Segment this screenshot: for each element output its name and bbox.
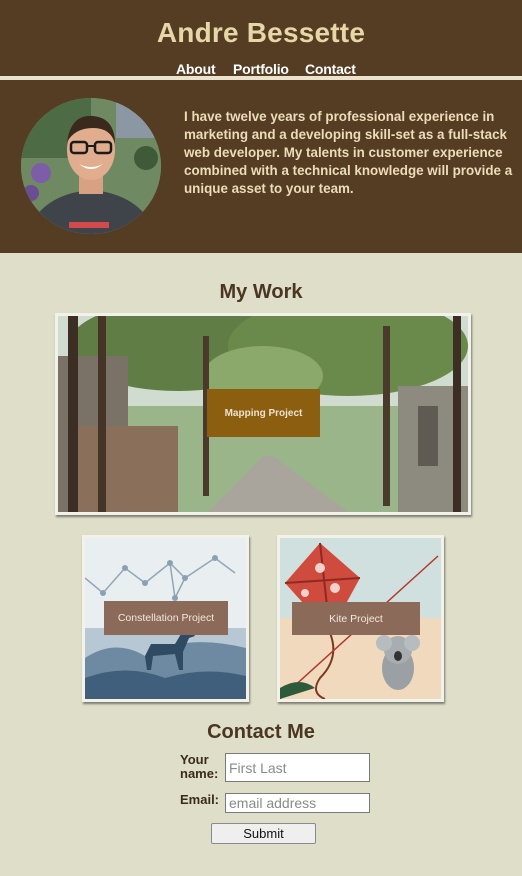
nav-about-link[interactable]: About [176,61,216,77]
mapping-project-label[interactable]: Mapping Project [207,389,320,437]
site-header: Andre Bessette About Portfolio Contact [0,0,522,78]
nav-portfolio-link[interactable]: Portfolio [233,61,289,77]
profile-photo [21,98,161,234]
contact-heading: Contact Me [207,721,315,743]
project-card-kite[interactable]: Kite Project [277,535,444,702]
project-card-constellation[interactable]: Constellation Project [82,535,249,702]
site-title: Andre Bessette [156,17,366,48]
name-input[interactable] [225,753,370,782]
submit-button[interactable]: Submit [211,823,316,844]
name-label: Your name: [180,752,219,781]
email-label: Email: [180,792,220,807]
nav-contact-link[interactable]: Contact [305,61,356,77]
kite-project-label[interactable]: Kite Project [292,602,420,635]
email-input[interactable] [225,793,370,813]
bio-text: I have twelve years of professional expe… [184,109,513,196]
project-card-mapping[interactable]: Mapping Project [55,313,471,515]
about-section: I have twelve years of professional expe… [0,80,522,253]
constellation-project-label[interactable]: Constellation Project [104,601,228,635]
my-work-heading: My Work [219,281,303,303]
